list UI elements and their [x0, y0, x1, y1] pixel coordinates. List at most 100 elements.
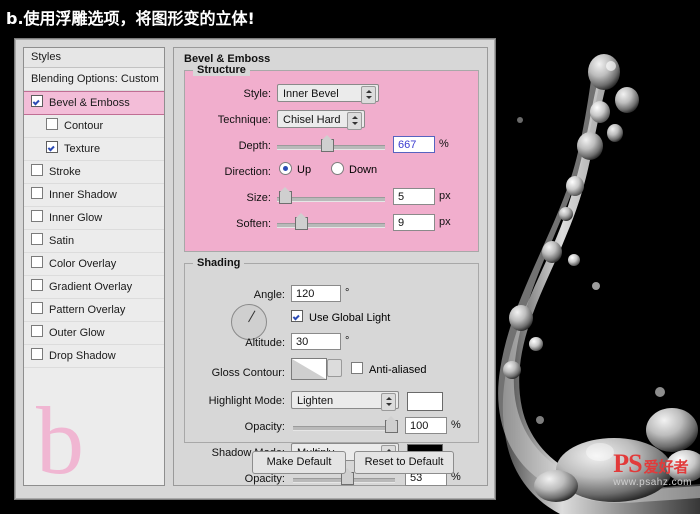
slider-knob[interactable] [295, 213, 308, 230]
gloss-contour-preview[interactable] [291, 358, 327, 380]
styles-item-label: Satin [49, 235, 75, 247]
styles-panel-header: Styles [24, 48, 164, 68]
structure-legend: Structure [193, 64, 250, 76]
checkbox-icon[interactable] [31, 279, 43, 291]
styles-item-drop-shadow[interactable]: Drop Shadow [24, 345, 164, 368]
soften-slider[interactable] [277, 213, 385, 230]
technique-select[interactable]: Chisel Hard [277, 110, 365, 130]
styles-item-bevel-emboss[interactable]: Bevel & Emboss [24, 91, 164, 115]
size-input[interactable]: 5 [393, 188, 435, 205]
styles-item-inner-glow[interactable]: Inner Glow [24, 207, 164, 230]
checkbox-icon[interactable] [31, 256, 43, 268]
chevron-updown-icon[interactable] [361, 86, 376, 104]
direction-up-radio[interactable]: Up [279, 162, 311, 179]
checkbox-icon[interactable] [46, 118, 58, 130]
altitude-input[interactable]: 30 [291, 333, 341, 350]
angle-unit: ° [345, 287, 350, 299]
technique-label: Technique: [217, 114, 271, 126]
altitude-unit: ° [345, 335, 350, 347]
depth-slider[interactable] [277, 135, 385, 152]
styles-item-contour[interactable]: Contour [24, 115, 164, 138]
angle-needle [248, 310, 256, 323]
styles-item-texture[interactable]: Texture [24, 138, 164, 161]
styles-item-satin[interactable]: Satin [24, 230, 164, 253]
styles-item-gradient-overlay[interactable]: Gradient Overlay [24, 276, 164, 299]
contour-curve-icon [292, 359, 326, 379]
checkbox-icon[interactable] [31, 325, 43, 337]
depth-label: Depth: [238, 140, 271, 152]
checkbox-icon[interactable] [31, 164, 43, 176]
highlight-mode-label: Highlight Mode: [208, 395, 285, 407]
soften-input[interactable]: 9 [393, 214, 435, 231]
styles-item-label: Bevel & Emboss [49, 97, 130, 109]
slider-knob[interactable] [321, 135, 334, 152]
bevel-emboss-panel: Bevel & Emboss Structure Style: Inner Be… [173, 47, 488, 486]
style-select[interactable]: Inner Bevel [277, 84, 379, 104]
styles-item-label: Stroke [49, 166, 81, 178]
styles-item-pattern-overlay[interactable]: Pattern Overlay [24, 299, 164, 322]
slider-knob[interactable] [279, 187, 292, 204]
checkbox-icon[interactable] [31, 95, 43, 107]
shadow-opacity-slider[interactable] [293, 468, 395, 485]
checkbox-icon[interactable] [31, 233, 43, 245]
checkbox-icon[interactable] [351, 362, 363, 374]
reset-to-default-button[interactable]: Reset to Default [354, 451, 454, 474]
angle-label: Angle: [253, 289, 285, 301]
depth-input[interactable]: 667 [393, 136, 435, 153]
highlight-opacity-input[interactable]: 100 [405, 417, 447, 434]
watermark-url: www.psahz.com [613, 477, 692, 488]
checkbox-icon[interactable] [31, 348, 43, 360]
styles-item-label: Contour [64, 120, 104, 132]
soften-label: Soften: [236, 218, 271, 230]
styles-item-blending-options[interactable]: Blending Options: Custom [24, 68, 164, 91]
size-unit: px [439, 190, 451, 202]
direction-down-label: Down [349, 164, 378, 176]
page-title: b.使用浮雕选项，将图形变的立体! [6, 9, 255, 28]
radio-icon[interactable] [279, 162, 292, 175]
chevron-updown-icon[interactable] [381, 393, 396, 411]
use-global-light-label: Use Global Light [309, 312, 391, 324]
styles-item-stroke[interactable]: Stroke [24, 161, 164, 184]
styles-item-color-overlay[interactable]: Color Overlay [24, 253, 164, 276]
styles-item-outer-glow[interactable]: Outer Glow [24, 322, 164, 345]
depth-unit: % [439, 138, 449, 150]
styles-item-label: Gradient Overlay [49, 281, 133, 293]
make-default-button[interactable]: Make Default [252, 451, 346, 474]
watermark-ps: PS [613, 449, 642, 478]
altitude-label: Altitude: [245, 337, 285, 349]
style-label: Style: [243, 88, 271, 100]
anti-aliased-label: Anti-aliased [369, 364, 427, 376]
checkbox-icon[interactable] [291, 310, 303, 322]
shading-group: Shading Angle: 120 ° Use Global Light Al… [184, 257, 479, 486]
highlight-opacity-unit: % [451, 419, 461, 431]
slider-knob[interactable] [385, 416, 398, 433]
highlight-mode-select[interactable]: Lighten [291, 391, 399, 411]
styles-item-inner-shadow[interactable]: Inner Shadow [24, 184, 164, 207]
direction-down-radio[interactable]: Down [331, 162, 377, 179]
highlight-opacity-slider[interactable] [293, 416, 398, 433]
styles-item-label: Blending Options: Custom [31, 73, 159, 85]
highlight-opacity-label: Opacity: [244, 421, 285, 433]
anti-aliased-checkbox[interactable]: Anti-aliased [351, 362, 426, 377]
styles-item-label: Pattern Overlay [49, 304, 126, 316]
checkbox-icon[interactable] [31, 210, 43, 222]
checkbox-icon[interactable] [46, 141, 58, 153]
styles-item-label: Texture [64, 143, 101, 155]
structure-group: Structure Style: Inner Bevel Technique: … [184, 64, 479, 252]
watermark-cn: 爱好者 [643, 459, 689, 476]
styles-panel: Styles Blending Options: Custom Bevel & … [23, 47, 165, 489]
size-slider[interactable] [277, 187, 385, 204]
angle-input[interactable]: 120 [291, 285, 341, 302]
highlight-mode-value: Lighten [297, 395, 334, 407]
use-global-light-checkbox[interactable]: Use Global Light [291, 310, 390, 325]
chevron-updown-icon[interactable] [347, 112, 362, 130]
direction-up-label: Up [297, 164, 312, 176]
gloss-contour-label: Gloss Contour: [211, 367, 285, 379]
styles-item-label: Inner Glow [49, 212, 103, 224]
checkbox-icon[interactable] [31, 187, 43, 199]
highlight-color-swatch[interactable] [407, 392, 443, 411]
layer-style-dialog: Styles Blending Options: Custom Bevel & … [14, 38, 496, 500]
radio-icon[interactable] [331, 162, 344, 175]
checkbox-icon[interactable] [31, 302, 43, 314]
gloss-contour-dropdown[interactable] [327, 359, 342, 377]
